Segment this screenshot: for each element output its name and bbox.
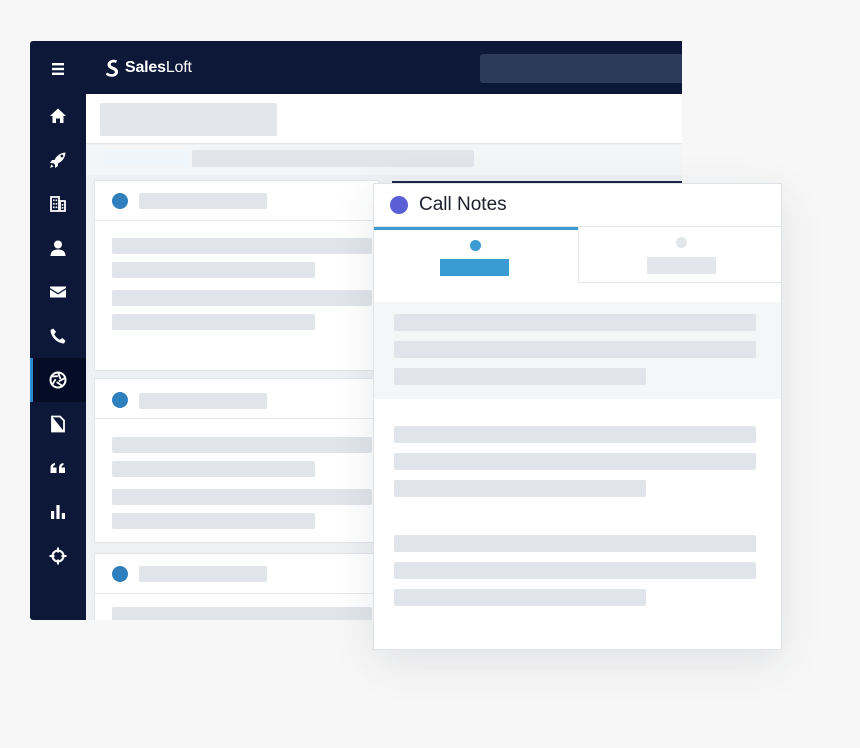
tab-inactive[interactable] bbox=[578, 227, 781, 283]
tab-indicator-dot bbox=[470, 240, 481, 251]
text-line bbox=[112, 238, 372, 254]
filter-bar bbox=[86, 145, 682, 175]
text-line bbox=[394, 426, 756, 443]
card-header bbox=[95, 554, 378, 594]
text-line bbox=[112, 489, 372, 505]
menu-icon bbox=[52, 63, 64, 75]
search-input[interactable] bbox=[480, 54, 682, 83]
text-line bbox=[394, 562, 756, 579]
sidebar-item-conversations[interactable] bbox=[30, 358, 86, 402]
phone-icon bbox=[50, 328, 66, 344]
document-icon bbox=[51, 415, 65, 433]
text-line bbox=[394, 368, 646, 385]
building-icon bbox=[50, 196, 66, 212]
mail-icon bbox=[50, 286, 66, 298]
tab-label-placeholder bbox=[647, 257, 716, 274]
text-line bbox=[112, 314, 315, 330]
text-line bbox=[394, 535, 756, 552]
tab-label-placeholder bbox=[440, 259, 509, 276]
crosshair-icon bbox=[49, 547, 67, 565]
person-icon bbox=[50, 240, 66, 256]
list-item[interactable] bbox=[94, 553, 379, 620]
home-icon bbox=[50, 108, 66, 123]
text-line bbox=[112, 262, 315, 278]
list-item[interactable] bbox=[94, 378, 379, 543]
sidebar-item-calls[interactable] bbox=[30, 314, 86, 358]
sidebar bbox=[30, 41, 86, 620]
sidebar-item-email[interactable] bbox=[30, 270, 86, 314]
brand-name-regular: Loft bbox=[165, 59, 192, 76]
filter-chip-placeholder[interactable] bbox=[104, 150, 188, 167]
filter-text-placeholder bbox=[192, 150, 474, 167]
call-notes-panel: Call Notes bbox=[373, 183, 782, 650]
quote-icon bbox=[50, 463, 65, 473]
sidebar-item-people[interactable] bbox=[30, 226, 86, 270]
card-title-placeholder bbox=[139, 393, 267, 409]
bar-chart-icon bbox=[51, 505, 65, 519]
tab-active[interactable] bbox=[374, 227, 578, 283]
status-dot bbox=[112, 392, 128, 408]
text-line bbox=[394, 341, 756, 358]
sidebar-item-quotes[interactable] bbox=[30, 446, 86, 490]
salesloft-logo-icon bbox=[105, 59, 119, 77]
top-bar: SalesLoft bbox=[86, 41, 682, 94]
list-item[interactable] bbox=[94, 180, 379, 371]
sidebar-item-home[interactable] bbox=[30, 94, 86, 138]
text-line bbox=[112, 607, 372, 620]
text-line bbox=[394, 589, 646, 606]
salesloft-logo: SalesLoft bbox=[104, 58, 192, 78]
tab-indicator-dot bbox=[676, 237, 687, 248]
card-title-placeholder bbox=[139, 566, 267, 582]
text-line bbox=[112, 290, 372, 306]
sidebar-item-documents[interactable] bbox=[30, 402, 86, 446]
menu-button[interactable] bbox=[30, 47, 86, 91]
text-line bbox=[112, 461, 315, 477]
panel-header: Call Notes bbox=[374, 184, 781, 227]
sidebar-item-cadences[interactable] bbox=[30, 138, 86, 182]
status-dot bbox=[390, 196, 408, 214]
brand-name-bold: Sales bbox=[125, 59, 166, 76]
brand-name: SalesLoft bbox=[125, 59, 192, 77]
sidebar-item-accounts[interactable] bbox=[30, 182, 86, 226]
card-title-placeholder bbox=[139, 193, 267, 209]
text-line bbox=[394, 314, 756, 331]
panel-title: Call Notes bbox=[419, 194, 507, 215]
rocket-icon bbox=[50, 152, 66, 168]
content-header bbox=[86, 94, 682, 144]
page-title-placeholder bbox=[100, 103, 277, 136]
text-line bbox=[394, 453, 756, 470]
card-header bbox=[95, 379, 378, 419]
status-dot bbox=[112, 193, 128, 209]
status-dot bbox=[112, 566, 128, 582]
aperture-icon bbox=[49, 371, 67, 389]
text-line bbox=[112, 437, 372, 453]
note-highlighted bbox=[374, 302, 781, 399]
sidebar-item-target[interactable] bbox=[30, 534, 86, 578]
text-line bbox=[394, 480, 646, 497]
card-header bbox=[95, 181, 378, 221]
sidebar-item-analytics[interactable] bbox=[30, 490, 86, 534]
text-line bbox=[112, 513, 315, 529]
